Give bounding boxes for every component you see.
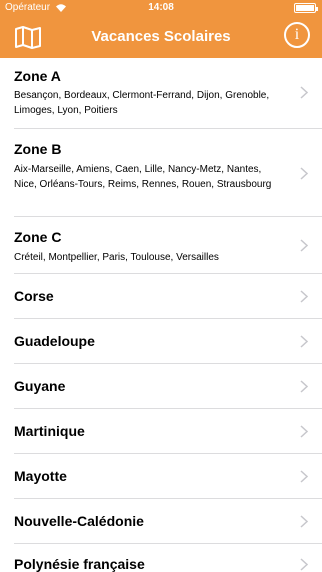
info-icon: i: [294, 26, 300, 43]
status-bar: Opérateur 14:08: [0, 0, 322, 18]
list-item[interactable]: Guadeloupe: [0, 319, 322, 364]
list-item[interactable]: Polynésie française: [0, 544, 322, 572]
chevron-right-icon: [300, 515, 308, 528]
list-item-title: Guadeloupe: [14, 333, 95, 349]
chevron-right-icon: [300, 425, 308, 438]
list-item-title: Corse: [14, 288, 54, 304]
list-item-title: Guyane: [14, 378, 66, 394]
chevron-right-icon: [300, 86, 308, 99]
chevron-right-icon: [300, 167, 308, 180]
battery-icon: [294, 3, 318, 13]
page-title: Vacances Scolaires: [91, 28, 231, 45]
list-item[interactable]: Martinique: [0, 409, 322, 454]
list-item-title: Polynésie française: [14, 556, 145, 572]
chevron-right-icon: [300, 380, 308, 393]
info-button[interactable]: i: [284, 22, 310, 48]
list-item-subtitle: Créteil, Montpellier, Paris, Toulouse, V…: [14, 252, 219, 263]
list-item-title: Zone A: [14, 68, 61, 84]
list-item-title: Mayotte: [14, 468, 67, 484]
list-item[interactable]: Mayotte: [0, 454, 322, 499]
chevron-right-icon: [300, 335, 308, 348]
zone-list: Zone A Besançon, Bordeaux, Clermont-Ferr…: [0, 58, 322, 572]
list-item-title: Martinique: [14, 423, 85, 439]
list-item[interactable]: Nouvelle-Calédonie: [0, 499, 322, 544]
chevron-right-icon: [300, 558, 308, 571]
list-item-subtitle: Besançon, Bordeaux, Clermont-Ferrand, Di…: [14, 90, 270, 116]
list-item[interactable]: Corse: [0, 274, 322, 319]
list-item[interactable]: Zone A Besançon, Bordeaux, Clermont-Ferr…: [0, 58, 322, 129]
list-item-subtitle: Aix-Marseille, Amiens, Caen, Lille, Nanc…: [14, 164, 272, 190]
chevron-right-icon: [300, 470, 308, 483]
navigation-bar: Vacances Scolaires i: [0, 18, 322, 58]
list-item-title: Zone C: [14, 229, 62, 245]
header: Opérateur 14:08 Vacances Scolaires i: [0, 0, 322, 58]
list-item-title: Zone B: [14, 141, 62, 157]
status-time: 14:08: [148, 2, 174, 13]
list-item-title: Nouvelle-Calédonie: [14, 513, 144, 529]
chevron-right-icon: [300, 290, 308, 303]
chevron-right-icon: [300, 239, 308, 252]
list-item[interactable]: Zone B Aix-Marseille, Amiens, Caen, Lill…: [0, 129, 322, 217]
list-item[interactable]: Guyane: [0, 364, 322, 409]
list-item[interactable]: Zone C Créteil, Montpellier, Paris, Toul…: [0, 217, 322, 274]
